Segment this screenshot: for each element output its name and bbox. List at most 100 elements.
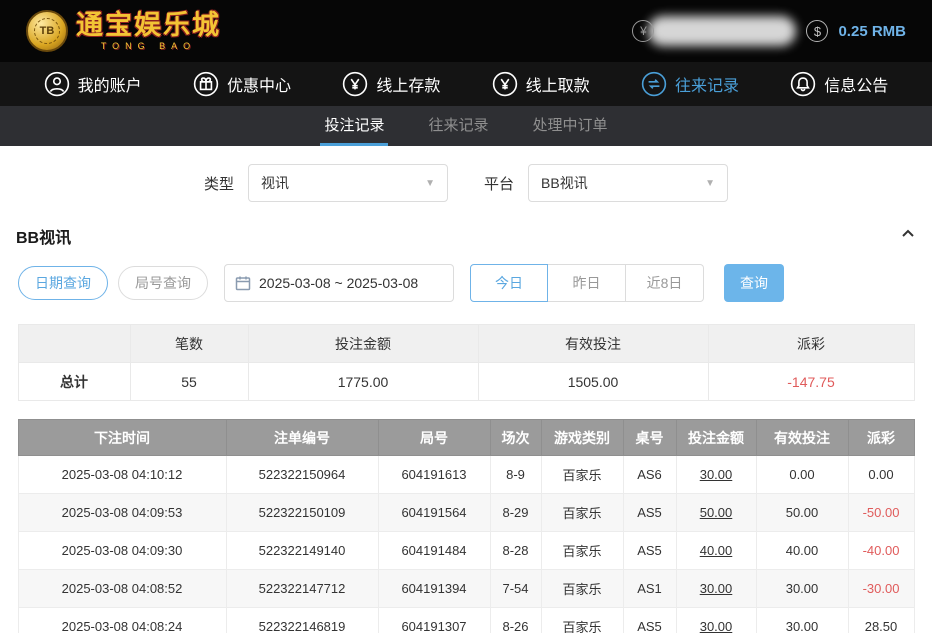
cell-bet-time: 2025-03-08 04:09:53 bbox=[18, 494, 226, 532]
logo-title: 通宝娱乐城 bbox=[76, 12, 221, 39]
summary-header-cell: 有效投注 bbox=[478, 325, 708, 363]
cell-game-type: 百家乐 bbox=[541, 608, 623, 633]
nav-item-online-deposit[interactable]: 线上存款 bbox=[342, 71, 440, 97]
nav-item-label: 信息公告 bbox=[824, 72, 888, 96]
nav-item-label: 我的账户 bbox=[78, 72, 142, 96]
cell-game-type: 百家乐 bbox=[541, 532, 623, 570]
type-label: 类型 bbox=[204, 173, 234, 194]
cell-valid-bet: 30.00 bbox=[756, 570, 848, 608]
cell-table-id: AS5 bbox=[623, 532, 676, 570]
table-row: 2025-03-08 04:08:52 522322147712 6041913… bbox=[18, 570, 914, 608]
summary-header-cell: 笔数 bbox=[130, 325, 248, 363]
records-header-cell: 游戏类别 bbox=[541, 420, 623, 456]
nav-item-promotions[interactable]: 优惠中心 bbox=[193, 71, 291, 97]
cell-round-id: 604191613 bbox=[378, 456, 490, 494]
summary-table: 笔数 投注金额 有效投注 派彩 总计 55 1775.00 1505.00 -1… bbox=[18, 324, 915, 401]
cell-bet-amount-link[interactable]: 50.00 bbox=[676, 494, 756, 532]
date-range-input[interactable]: 2025-03-08 ~ 2025-03-08 bbox=[224, 264, 454, 302]
records-header-cell: 场次 bbox=[490, 420, 541, 456]
date-query-label: 日期查询 bbox=[35, 273, 91, 293]
today-label: 今日 bbox=[495, 273, 523, 293]
cell-round-id: 604191564 bbox=[378, 494, 490, 532]
summary-header-cell bbox=[18, 325, 130, 363]
date-range-value: 2025-03-08 ~ 2025-03-08 bbox=[259, 275, 418, 291]
summary-header-row: 笔数 投注金额 有效投注 派彩 bbox=[18, 325, 914, 363]
nav-item-online-withdrawal[interactable]: 线上取款 bbox=[492, 71, 590, 97]
type-select[interactable]: 视讯 ▼ bbox=[248, 164, 448, 202]
tab-bet-records[interactable]: 投注记录 bbox=[320, 106, 388, 146]
summary-total-row: 总计 55 1775.00 1505.00 -147.75 bbox=[18, 363, 914, 401]
cell-table-id: AS6 bbox=[623, 456, 676, 494]
section-header: BB视讯 bbox=[0, 224, 932, 248]
cell-bet-time: 2025-03-08 04:08:24 bbox=[18, 608, 226, 633]
records-header-cell: 投注金额 bbox=[676, 420, 756, 456]
chevron-up-icon[interactable] bbox=[900, 226, 916, 247]
cell-bet-amount-link[interactable]: 30.00 bbox=[676, 608, 756, 633]
cell-payout: -30.00 bbox=[848, 570, 914, 608]
dollar-icon: $ bbox=[806, 20, 828, 42]
cell-table-id: AS5 bbox=[623, 608, 676, 633]
cell-valid-bet: 40.00 bbox=[756, 532, 848, 570]
records-header-cell: 派彩 bbox=[848, 420, 914, 456]
logo-coin-text: TB bbox=[34, 18, 60, 44]
query-toolbar: 日期查询 局号查询 2025-03-08 ~ 2025-03-08 今日 昨日 … bbox=[0, 264, 932, 302]
cell-bet-amount-link[interactable]: 30.00 bbox=[676, 456, 756, 494]
summary-total-label: 总计 bbox=[18, 363, 130, 401]
nav-item-my-account[interactable]: 我的账户 bbox=[44, 71, 142, 97]
type-select-value: 视讯 bbox=[261, 173, 289, 193]
sub-nav: 投注记录 往来记录 处理中订单 bbox=[0, 106, 932, 146]
nav-item-announcements[interactable]: 信息公告 bbox=[790, 71, 888, 97]
today-button[interactable]: 今日 bbox=[470, 264, 548, 302]
records-header-row: 下注时间 注单编号 局号 场次 游戏类别 桌号 投注金额 有效投注 派彩 bbox=[18, 420, 914, 456]
cell-bet-time: 2025-03-08 04:09:30 bbox=[18, 532, 226, 570]
gift-icon bbox=[193, 71, 219, 97]
cell-session: 8-29 bbox=[490, 494, 541, 532]
cell-session: 8-28 bbox=[490, 532, 541, 570]
redacted-username bbox=[648, 16, 796, 46]
table-row: 2025-03-08 04:09:53 522322150109 6041915… bbox=[18, 494, 914, 532]
logo-coin-icon: TB bbox=[26, 10, 68, 52]
cell-game-type: 百家乐 bbox=[541, 456, 623, 494]
chevron-down-icon: ▼ bbox=[705, 178, 715, 189]
cell-game-type: 百家乐 bbox=[541, 494, 623, 532]
records-header-cell: 桌号 bbox=[623, 420, 676, 456]
cell-bet-time: 2025-03-08 04:08:52 bbox=[18, 570, 226, 608]
deposit-coin-icon bbox=[342, 71, 368, 97]
date-query-button[interactable]: 日期查询 bbox=[18, 266, 108, 300]
table-row: 2025-03-08 04:09:30 522322149140 6041914… bbox=[18, 532, 914, 570]
tab-pending-orders[interactable]: 处理中订单 bbox=[529, 106, 612, 146]
cell-round-id: 604191484 bbox=[378, 532, 490, 570]
chevron-down-icon: ▼ bbox=[425, 178, 435, 189]
records-icon bbox=[641, 71, 667, 97]
nav-item-label: 线上存款 bbox=[376, 72, 440, 96]
bell-icon bbox=[790, 71, 816, 97]
cell-bet-amount-link[interactable]: 30.00 bbox=[676, 570, 756, 608]
yesterday-button[interactable]: 昨日 bbox=[548, 264, 626, 302]
nav-item-transaction-records[interactable]: 往来记录 bbox=[641, 71, 739, 97]
brand-logo[interactable]: TB 通宝娱乐城 TONG BAO bbox=[26, 10, 221, 52]
user-icon bbox=[44, 71, 70, 97]
yesterday-label: 昨日 bbox=[573, 273, 601, 293]
platform-select[interactable]: BB视讯 ▼ bbox=[528, 164, 728, 202]
calendar-icon bbox=[235, 275, 251, 291]
cell-order-id: 522322149140 bbox=[226, 532, 378, 570]
tab-label: 处理中订单 bbox=[533, 114, 608, 135]
tab-transaction-records[interactable]: 往来记录 bbox=[424, 106, 492, 146]
table-row: 2025-03-08 04:08:24 522322146819 6041913… bbox=[18, 608, 914, 633]
cell-valid-bet: 50.00 bbox=[756, 494, 848, 532]
nav-item-label: 往来记录 bbox=[675, 72, 739, 96]
last8days-button[interactable]: 近8日 bbox=[626, 264, 704, 302]
cell-order-id: 522322146819 bbox=[226, 608, 378, 633]
cell-session: 8-9 bbox=[490, 456, 541, 494]
records-header-cell: 局号 bbox=[378, 420, 490, 456]
records-table: 下注时间 注单编号 局号 场次 游戏类别 桌号 投注金额 有效投注 派彩 202… bbox=[18, 419, 915, 633]
filter-row: 类型 视讯 ▼ 平台 BB视讯 ▼ bbox=[0, 164, 932, 202]
search-button[interactable]: 查询 bbox=[724, 264, 784, 302]
cell-bet-amount-link[interactable]: 40.00 bbox=[676, 532, 756, 570]
quick-range-group: 今日 昨日 近8日 bbox=[470, 264, 704, 302]
round-query-button[interactable]: 局号查询 bbox=[118, 266, 208, 300]
cell-game-type: 百家乐 bbox=[541, 570, 623, 608]
table-row: 2025-03-08 04:10:12 522322150964 6041916… bbox=[18, 456, 914, 494]
cell-payout: -50.00 bbox=[848, 494, 914, 532]
records-header-cell: 注单编号 bbox=[226, 420, 378, 456]
